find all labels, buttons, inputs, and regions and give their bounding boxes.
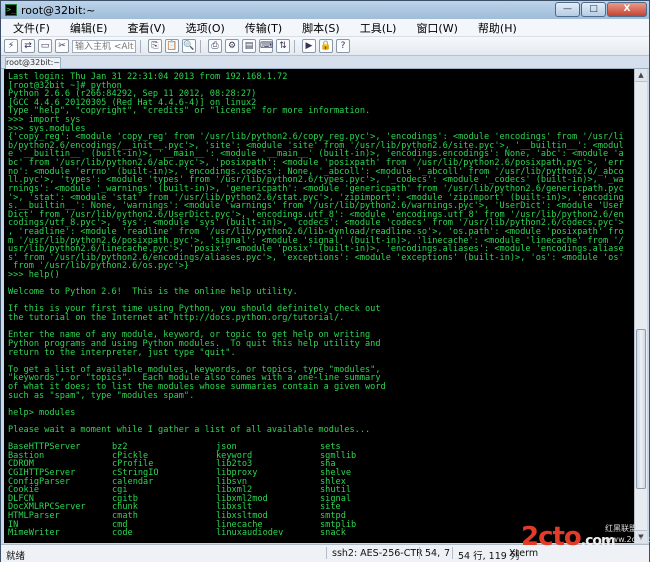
connect-icon[interactable]: ⚡ bbox=[4, 39, 18, 53]
session-options-icon[interactable]: ▤ bbox=[242, 39, 256, 53]
paste-icon[interactable]: 📋 bbox=[165, 39, 179, 53]
menu-transfer[interactable]: 传输(T) bbox=[233, 20, 290, 36]
title-bar[interactable]: >_ root@32bit:~ — □ X bbox=[1, 1, 649, 19]
menu-script[interactable]: 脚本(S) bbox=[290, 20, 348, 36]
watermark-sub: 红黑联盟 bbox=[605, 524, 637, 533]
terminal-line: such as "spam", type "modules spam". bbox=[8, 390, 195, 401]
terminal-app-icon: >_ bbox=[5, 4, 17, 16]
minimize-button[interactable]: — bbox=[555, 2, 580, 17]
disconnect-icon[interactable]: ✂ bbox=[55, 39, 69, 53]
module-name: MimeWriter bbox=[8, 528, 60, 539]
module-name: code bbox=[112, 528, 133, 539]
terminal-line: Please wait a moment while I gather a li… bbox=[8, 424, 371, 435]
status-col: 7 bbox=[444, 548, 451, 559]
settings-icon[interactable]: ⚙ bbox=[225, 39, 239, 53]
watermark-url: www.2cto.com bbox=[605, 535, 650, 544]
window-title: root@32bit:~ bbox=[21, 3, 96, 17]
module-name: HTMLParser bbox=[8, 511, 60, 522]
toolbar-divider bbox=[200, 39, 201, 53]
menu-file[interactable]: 文件(F) bbox=[1, 20, 58, 36]
toolbar-divider bbox=[140, 39, 141, 53]
terminal-line: return to the interpreter, just type "qu… bbox=[8, 347, 236, 358]
scrollbar-thumb[interactable] bbox=[636, 329, 646, 489]
terminal-line: >>> import sys bbox=[8, 115, 81, 126]
toolbar: ⚡ ⇄ ▭ ✂ 输入主机 <Alt+R> ⎘ 📋 🔍 ⎙ ⚙ ▤ ⌨ ⇅ ▶ 🔒… bbox=[1, 37, 649, 56]
menu-help[interactable]: 帮助(H) bbox=[466, 20, 525, 36]
module-name: snack bbox=[320, 528, 346, 539]
menu-view[interactable]: 查看(V) bbox=[115, 20, 173, 36]
session-tab-strip: root@32bit:~ bbox=[1, 56, 649, 69]
terminal-line: Welcome to Python 2.6! This is the onlin… bbox=[8, 287, 298, 298]
menu-window[interactable]: 窗口(W) bbox=[404, 20, 465, 36]
menu-bar: 文件(F) 编辑(E) 查看(V) 选项(O) 传输(T) 脚本(S) 工具(L… bbox=[1, 19, 649, 37]
status-divider bbox=[419, 547, 420, 559]
menu-edit[interactable]: 编辑(E) bbox=[58, 20, 116, 36]
host-input[interactable]: 输入主机 <Alt+R> bbox=[72, 39, 136, 53]
terminal-line: the tutorial on the Internet at http://d… bbox=[8, 313, 345, 324]
module-name: calendar bbox=[112, 476, 154, 487]
status-session: ssh2: AES-256-CTR bbox=[332, 548, 423, 559]
print-icon[interactable]: ⎙ bbox=[208, 39, 222, 53]
maximize-button[interactable]: □ bbox=[581, 2, 606, 17]
keymap-icon[interactable]: ⌨ bbox=[259, 39, 273, 53]
find-icon[interactable]: 🔍 bbox=[182, 39, 196, 53]
tab-icon[interactable]: ▭ bbox=[38, 39, 52, 53]
module-name: linuxaudiodev bbox=[216, 528, 284, 539]
tab-session[interactable]: root@32bit:~ bbox=[5, 57, 61, 69]
close-button[interactable]: X bbox=[607, 2, 647, 17]
quick-connect-icon[interactable]: ⇄ bbox=[21, 39, 35, 53]
vertical-scrollbar[interactable]: ▲ ▼ bbox=[634, 69, 647, 543]
toolbar-divider bbox=[294, 39, 295, 53]
script-icon[interactable]: ▶ bbox=[302, 39, 316, 53]
terminal-line: from '/usr/lib/python2.6/os.pyc'>} bbox=[8, 261, 190, 272]
watermark-logo: 2cto.com 红黑联盟 www.2cto.com bbox=[521, 522, 650, 552]
module-name: sgmllib bbox=[320, 450, 357, 461]
module-name: cmath bbox=[112, 511, 138, 522]
menu-tools[interactable]: 工具(L) bbox=[348, 20, 405, 36]
menu-options[interactable]: 选项(O) bbox=[174, 20, 233, 36]
help-icon[interactable]: ? bbox=[336, 39, 350, 53]
sftp-icon[interactable]: ⇅ bbox=[276, 39, 290, 53]
scroll-up-arrow-icon[interactable]: ▲ bbox=[635, 69, 647, 82]
window-controls: — □ X bbox=[554, 2, 647, 17]
terminal-line: Type "help", "copyright", "credits" or "… bbox=[8, 106, 371, 117]
terminal-output[interactable]: Last login: Thu Jan 31 22:31:04 2013 fro… bbox=[4, 69, 634, 543]
terminal-window: >_ root@32bit:~ — □ X 文件(F) 编辑(E) 查看(V) … bbox=[0, 0, 650, 562]
lock-icon[interactable]: 🔒 bbox=[319, 39, 333, 53]
watermark-logo-text: 2cto.com bbox=[521, 522, 616, 552]
terminal-line: help> modules bbox=[8, 407, 76, 418]
status-divider bbox=[326, 547, 327, 559]
terminal-line: >>> help() bbox=[8, 270, 60, 281]
status-divider bbox=[452, 547, 453, 559]
status-ready: 就绪 bbox=[6, 551, 26, 562]
status-row: 54, bbox=[425, 548, 441, 559]
copy-icon[interactable]: ⎘ bbox=[148, 39, 162, 53]
